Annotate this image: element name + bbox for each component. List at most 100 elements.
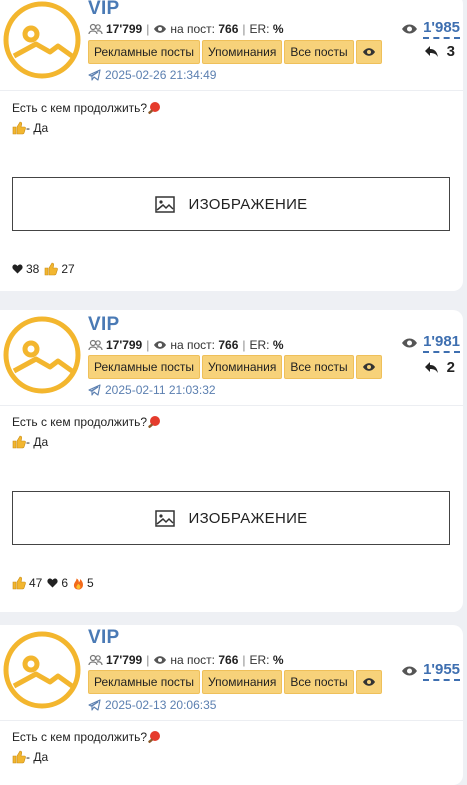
post-card: VIP 17'799 | на пост: 766 | ER: % Реклам… — [0, 310, 463, 612]
reply-arrow-icon — [424, 362, 438, 373]
channel-avatar-placeholder-icon[interactable] — [2, 630, 82, 710]
telegram-icon — [88, 699, 101, 711]
reaction-heart: 6 — [47, 576, 68, 590]
post-date-text: 2025-02-26 21:34:49 — [105, 68, 217, 82]
eye-icon — [362, 678, 375, 686]
heart-icon — [47, 578, 58, 588]
reaction-count: 5 — [87, 576, 94, 590]
separator: | — [146, 22, 150, 36]
subscribers-count: 17'799 — [106, 22, 143, 36]
post-card: VIP 17'799 | на пост: 766 | ER: % Реклам… — [0, 0, 463, 291]
image-icon — [154, 195, 175, 213]
reaction-thumbs-up: 47 — [12, 576, 42, 590]
channel-avatar-placeholder-icon[interactable] — [2, 315, 82, 395]
reaction-fire: 5 — [73, 576, 94, 590]
channel-stats: 17'799 | на пост: 766 | ER: % — [88, 653, 284, 667]
post-date[interactable]: 2025-02-11 21:03:32 — [88, 383, 216, 397]
views-per-post-label: на пост: — [170, 653, 215, 667]
views-per-post-value: 766 — [218, 22, 239, 36]
post-text-line: Есть с кем продолжить? — [12, 730, 148, 744]
eye-icon — [154, 25, 167, 33]
views-per-post-label: на пост: — [170, 338, 215, 352]
er-label: ER: — [249, 653, 270, 667]
mentions-button[interactable]: Упоминания — [202, 670, 283, 694]
er-value: % — [272, 22, 284, 36]
post-forwards: 3 — [424, 43, 455, 60]
mentions-button[interactable]: Упоминания — [202, 355, 283, 379]
post-text-line: - Да — [26, 435, 49, 449]
forwards-count: 2 — [446, 359, 455, 376]
views-per-post-value: 766 — [218, 653, 239, 667]
reactions: 38 27 — [12, 262, 80, 276]
er-label: ER: — [249, 338, 270, 352]
all-posts-button[interactable]: Все посты — [284, 355, 354, 379]
post-views[interactable]: 1'955 — [401, 661, 460, 681]
post-views[interactable]: 1'981 — [401, 333, 460, 353]
separator: | — [242, 22, 246, 36]
views-count: 1'955 — [423, 661, 460, 681]
er-label: ER: — [249, 22, 270, 36]
views-count: 1'985 — [423, 19, 460, 39]
eye-icon — [362, 48, 375, 56]
reaction-count: 38 — [26, 262, 40, 276]
eye-icon — [154, 656, 167, 664]
heart-icon — [12, 264, 23, 274]
views-per-post-label: на пост: — [170, 22, 215, 36]
divider — [0, 720, 463, 721]
eye-icon — [402, 338, 418, 348]
divider — [0, 90, 463, 91]
image-placeholder[interactable]: ИЗОБРАЖЕНИЕ — [12, 177, 450, 231]
post-forwards: 2 — [424, 359, 455, 376]
post-text-line: - Да — [26, 750, 49, 764]
image-label: ИЗОБРАЖЕНИЕ — [188, 195, 308, 213]
separator: | — [146, 653, 150, 667]
ad-posts-button[interactable]: Рекламные посты — [88, 40, 201, 64]
subscribers-count: 17'799 — [106, 653, 143, 667]
channel-avatar-placeholder-icon[interactable] — [2, 0, 82, 80]
post-text: Есть с кем продолжить? - Да — [12, 98, 161, 138]
subscribers-icon — [88, 339, 103, 351]
reaction-count: 47 — [29, 576, 43, 590]
post-text: Есть с кем продолжить? - Да — [12, 412, 161, 452]
channel-stats: 17'799 | на пост: 766 | ER: % — [88, 22, 284, 36]
ping-pong-icon — [148, 102, 161, 115]
separator: | — [242, 653, 246, 667]
reaction-thumbs-up: 27 — [44, 262, 75, 276]
subscribers-icon — [88, 654, 103, 666]
post-date[interactable]: 2025-02-13 20:06:35 — [88, 698, 216, 712]
post-date[interactable]: 2025-02-26 21:34:49 — [88, 68, 216, 82]
er-value: % — [272, 653, 284, 667]
views-count: 1'981 — [423, 333, 460, 353]
post-date-text: 2025-02-11 21:03:32 — [105, 383, 216, 397]
mentions-button[interactable]: Упоминания — [202, 40, 283, 64]
channel-name[interactable]: VIP — [88, 627, 120, 649]
telegram-icon — [88, 69, 101, 81]
separator: | — [146, 338, 150, 352]
post-text-line: Есть с кем продолжить? — [12, 101, 148, 115]
post-filter-buttons: Рекламные посты Упоминания Все посты — [88, 355, 382, 379]
channel-name[interactable]: VIP — [88, 314, 120, 336]
ping-pong-icon — [148, 416, 161, 429]
separator: | — [242, 338, 246, 352]
all-posts-button[interactable]: Все посты — [284, 40, 354, 64]
reply-arrow-icon — [424, 46, 438, 57]
view-button[interactable] — [355, 670, 382, 694]
eye-icon — [402, 666, 418, 676]
fire-icon — [73, 578, 84, 590]
channel-name[interactable]: VIP — [88, 0, 120, 20]
image-placeholder[interactable]: ИЗОБРАЖЕНИЕ — [12, 491, 450, 545]
image-icon — [154, 509, 175, 527]
thumbs-up-icon — [45, 262, 59, 276]
view-button[interactable] — [355, 40, 382, 64]
subscribers-count: 17'799 — [106, 338, 143, 352]
er-value: % — [272, 338, 284, 352]
ping-pong-icon — [148, 731, 161, 744]
post-views[interactable]: 1'985 — [401, 19, 460, 39]
post-card: VIP 17'799 | на пост: 766 | ER: % Реклам… — [0, 625, 463, 785]
all-posts-button[interactable]: Все посты — [284, 670, 354, 694]
view-button[interactable] — [355, 355, 382, 379]
ad-posts-button[interactable]: Рекламные посты — [88, 670, 201, 694]
ad-posts-button[interactable]: Рекламные посты — [88, 355, 201, 379]
reaction-count: 27 — [61, 262, 75, 276]
image-label: ИЗОБРАЖЕНИЕ — [188, 509, 308, 527]
